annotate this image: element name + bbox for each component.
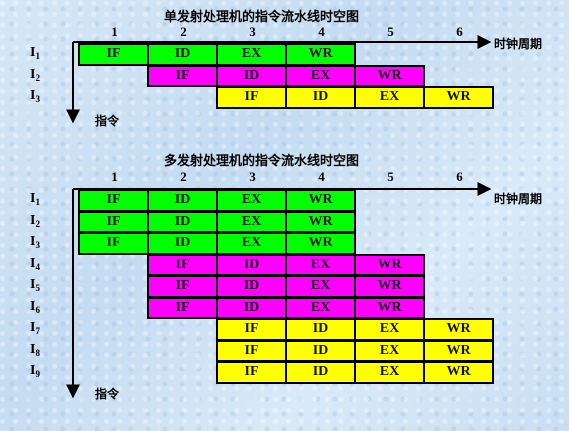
diagram2-instruction-label: I9 bbox=[30, 363, 40, 379]
diagram1-stage-cell-if: IF bbox=[78, 43, 149, 66]
diagram2-stage-cell-wr: WR bbox=[285, 232, 356, 255]
diagram2-stage-cell-if: IF bbox=[216, 361, 287, 384]
diagram2-instruction-label: I3 bbox=[30, 234, 40, 250]
diagram2-clock-label-3: 3 bbox=[249, 169, 256, 184]
diagram1-stage-cell-id: ID bbox=[216, 64, 287, 87]
diagram1-stage-cell-id: ID bbox=[285, 86, 356, 109]
diagram2-instruction-label: I8 bbox=[30, 341, 40, 358]
diagram2-stage-cell-wr: WR bbox=[423, 339, 494, 362]
diagram2-stage-cell-ex: EX bbox=[285, 296, 356, 319]
diagram2-stage-cell-ex: EX bbox=[354, 339, 425, 362]
diagram2-clock-label-5: 5 bbox=[387, 169, 394, 184]
diagram1-stage-cell-ex: EX bbox=[354, 86, 425, 109]
diagram2-clock-label-2: 2 bbox=[180, 169, 187, 184]
diagram2-stage-cell-wr: WR bbox=[423, 361, 494, 384]
diagram2-instruction-label: I2 bbox=[30, 212, 40, 229]
diagram2-stage-cell-wr: WR bbox=[354, 253, 425, 276]
diagram2-stage-cell-if: IF bbox=[216, 339, 287, 362]
diagram2-clock-label-6: 6 bbox=[456, 169, 463, 184]
diagram1-stage-cell-id: ID bbox=[147, 43, 218, 66]
diagram2-stage-cell-id: ID bbox=[285, 318, 356, 341]
diagram-canvas: 单发射处理机的指令流水线时空图 时钟周期 指令 多发射处理机的指令流水线时空图 … bbox=[0, 0, 569, 431]
diagram2-instruction-label: I1 bbox=[30, 191, 40, 207]
diagram1-stage-cell-wr: WR bbox=[423, 86, 494, 109]
diagram2-stage-cell-wr: WR bbox=[354, 275, 425, 298]
diagram2-stage-cell-id: ID bbox=[216, 275, 287, 298]
diagram2-instruction-label: I5 bbox=[30, 277, 40, 293]
diagram2-stage-cell-ex: EX bbox=[216, 232, 287, 255]
diagram2-stage-cell-ex: EX bbox=[354, 361, 425, 384]
diagram2-stage-cell-if: IF bbox=[78, 189, 149, 212]
diagram1-instruction-label: I2 bbox=[30, 66, 40, 83]
diagram2-instruction-label: I7 bbox=[30, 320, 40, 336]
diagram2-stage-cell-id: ID bbox=[147, 232, 218, 255]
diagram1-clock-label-1: 1 bbox=[111, 24, 118, 39]
diagram1-instruction-label: I1 bbox=[30, 45, 40, 61]
diagram2-stage-cell-id: ID bbox=[285, 339, 356, 362]
diagram2-instruction-label: I4 bbox=[30, 255, 40, 272]
diagram2-stage-cell-ex: EX bbox=[354, 318, 425, 341]
diagram2-clock-label-1: 1 bbox=[111, 169, 118, 184]
diagram2-clock-label-4: 4 bbox=[318, 169, 325, 184]
diagram2-instruction-label: I6 bbox=[30, 298, 40, 315]
diagram2-stage-cell-id: ID bbox=[147, 189, 218, 212]
diagram2-stage-cell-id: ID bbox=[147, 210, 218, 233]
diagram2-stage-cell-id: ID bbox=[216, 296, 287, 319]
diagram2-stage-cell-ex: EX bbox=[216, 210, 287, 233]
diagram2-stage-cell-if: IF bbox=[147, 296, 218, 319]
diagram1-stage-cell-ex: EX bbox=[216, 43, 287, 66]
diagram1-stage-cell-wr: WR bbox=[285, 43, 356, 66]
diagram2-stage-cell-if: IF bbox=[78, 232, 149, 255]
diagram2-stage-cell-if: IF bbox=[147, 275, 218, 298]
diagram2-stage-cell-ex: EX bbox=[216, 189, 287, 212]
diagram1-stage-cell-if: IF bbox=[147, 64, 218, 87]
diagram2-stage-cell-if: IF bbox=[78, 210, 149, 233]
diagram2-stage-cell-wr: WR bbox=[285, 210, 356, 233]
diagram1-stage-cell-if: IF bbox=[216, 86, 287, 109]
diagram2-stage-cell-wr: WR bbox=[285, 189, 356, 212]
diagram2-stage-cell-if: IF bbox=[147, 253, 218, 276]
diagram2-stage-cell-wr: WR bbox=[354, 296, 425, 319]
diagram2-stage-cell-id: ID bbox=[285, 361, 356, 384]
diagram1-instruction-label: I3 bbox=[30, 88, 40, 104]
diagram2-stage-cell-ex: EX bbox=[285, 275, 356, 298]
diagram2-stage-cell-ex: EX bbox=[285, 253, 356, 276]
diagram2-stage-cell-id: ID bbox=[216, 253, 287, 276]
diagram2-stage-cell-wr: WR bbox=[423, 318, 494, 341]
diagram1-clock-label-2: 2 bbox=[180, 24, 187, 39]
diagram1-clock-label-5: 5 bbox=[387, 24, 394, 39]
diagram1-stage-cell-wr: WR bbox=[354, 64, 425, 87]
diagram1-clock-label-4: 4 bbox=[318, 24, 325, 39]
diagram1-stage-cell-ex: EX bbox=[285, 64, 356, 87]
diagram2-stage-cell-if: IF bbox=[216, 318, 287, 341]
diagram1-clock-label-6: 6 bbox=[456, 24, 463, 39]
diagram1-clock-label-3: 3 bbox=[249, 24, 256, 39]
